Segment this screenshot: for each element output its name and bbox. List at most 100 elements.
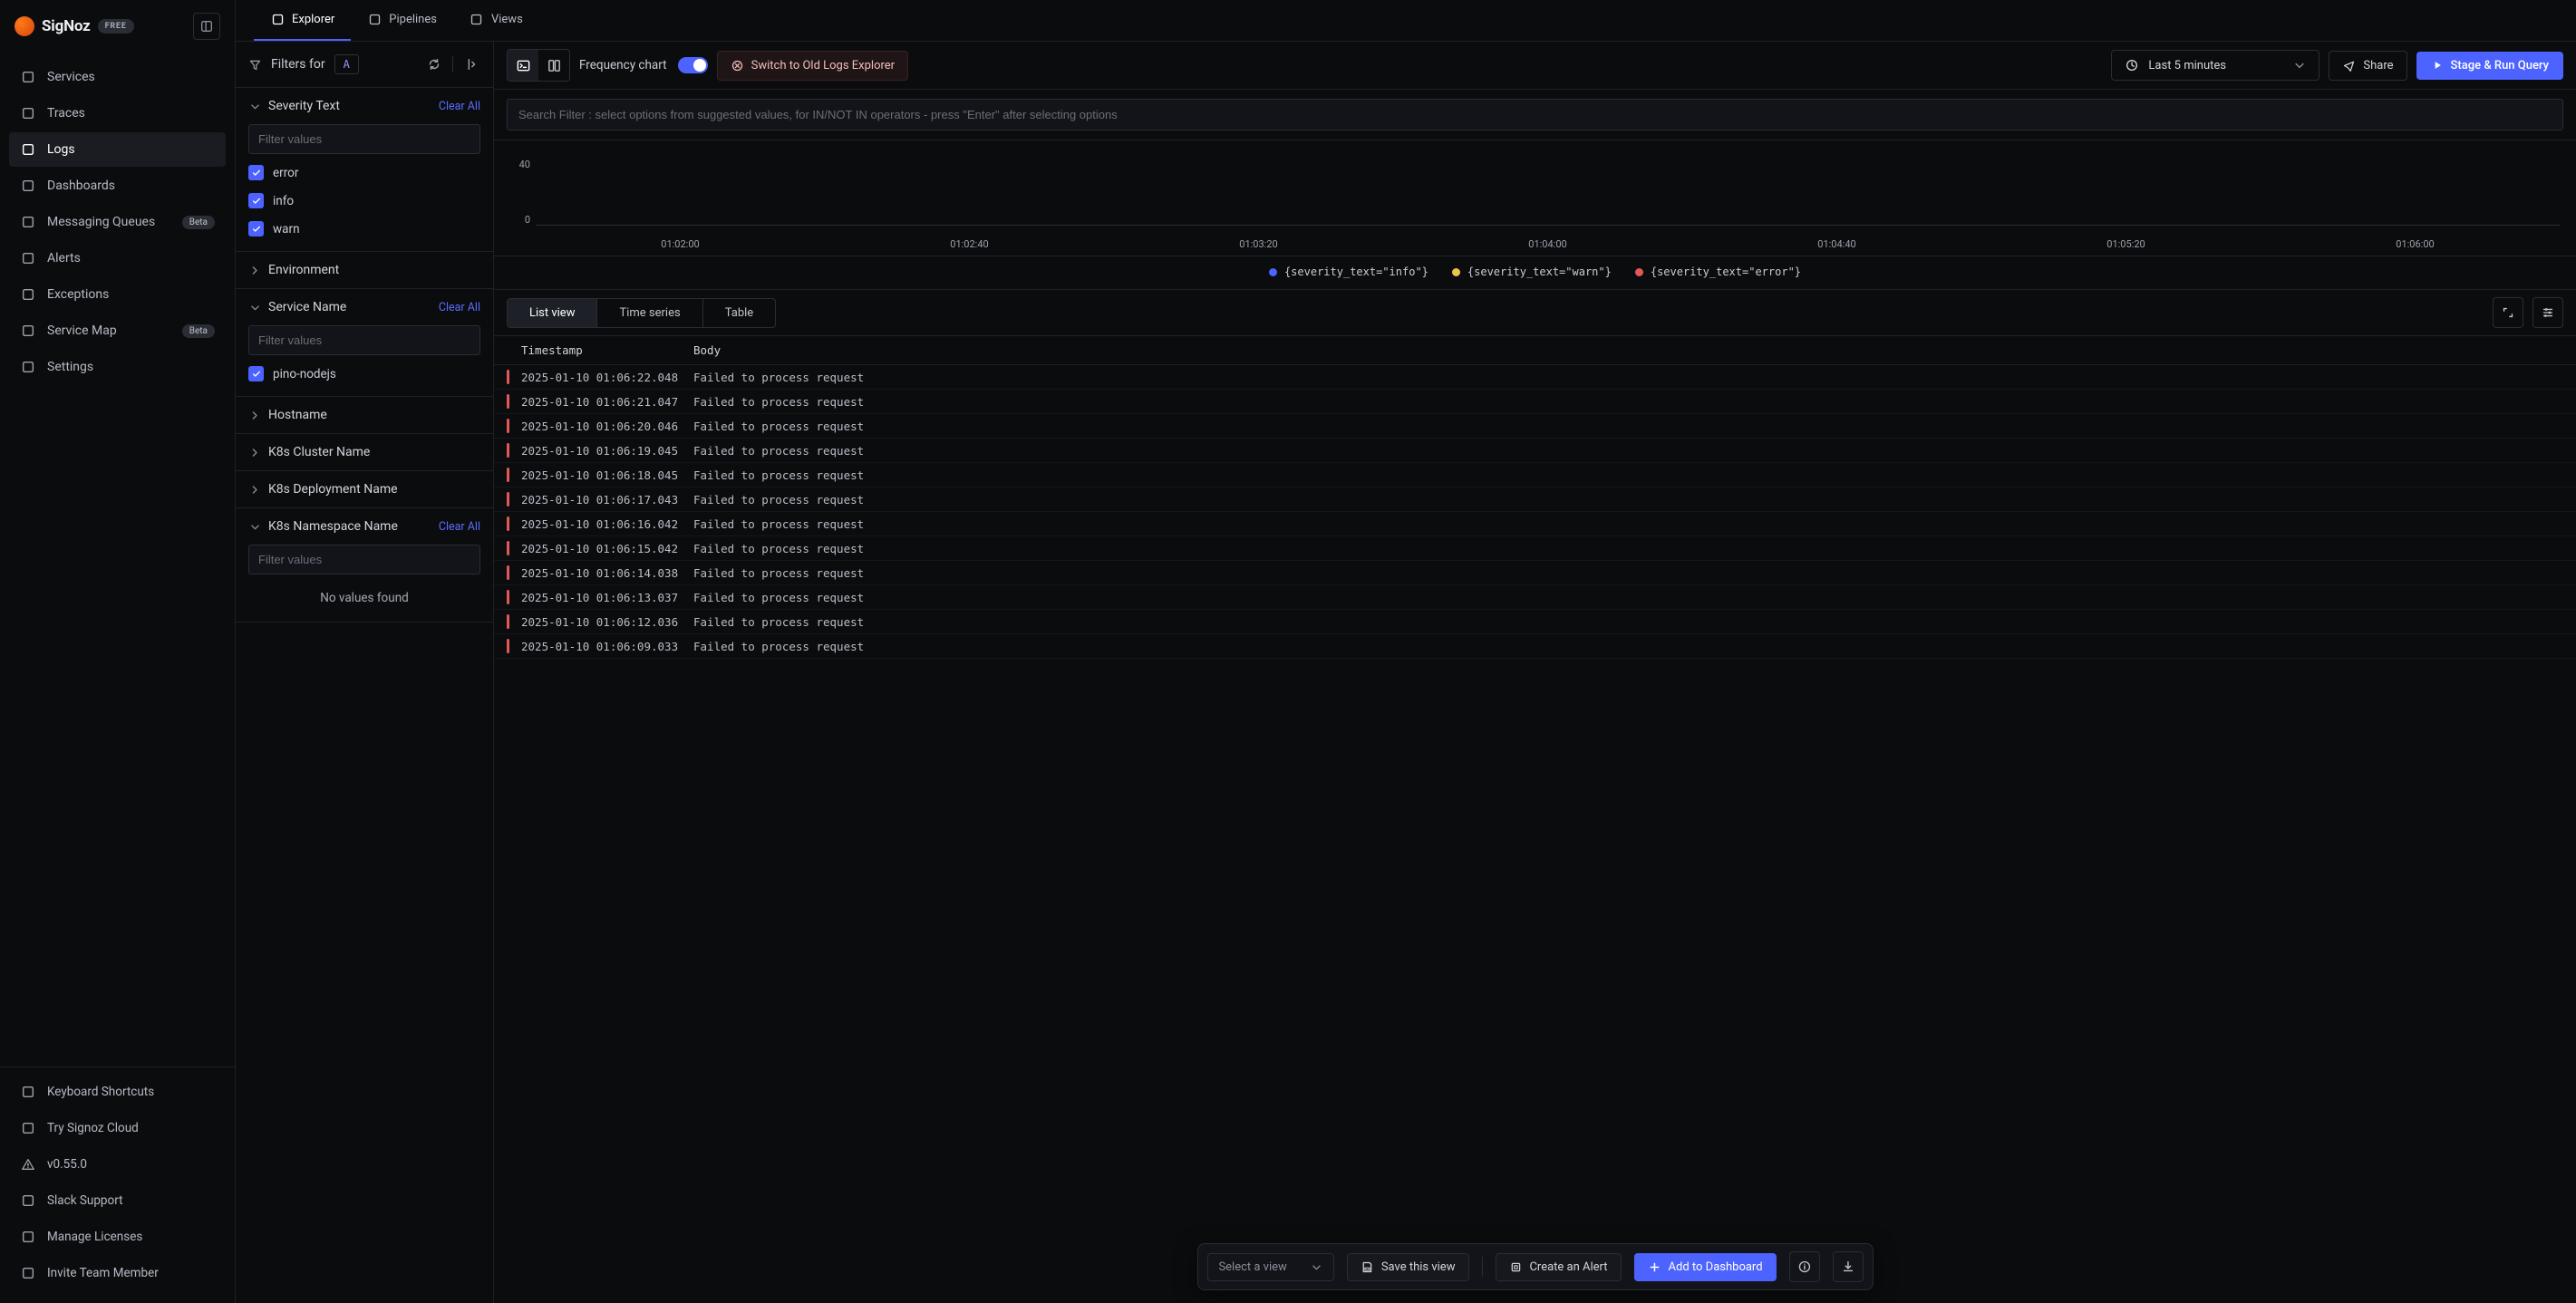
log-row[interactable]: 2025-01-10 01:06:20.046 Failed to proces… xyxy=(494,414,2576,439)
share-button[interactable]: Share xyxy=(2329,51,2407,81)
log-row[interactable]: 2025-01-10 01:06:17.043 Failed to proces… xyxy=(494,487,2576,512)
clear-all-link[interactable]: Clear All xyxy=(439,301,480,314)
view-tab-time-series[interactable]: Time series xyxy=(596,299,702,327)
sidebar-bottom-slack-support[interactable]: Slack Support xyxy=(9,1183,226,1218)
filter-values-input[interactable] xyxy=(248,545,480,574)
filter-section-header[interactable]: K8s Deployment Name xyxy=(236,471,493,507)
legend-item[interactable]: {severity_text="warn"} xyxy=(1452,265,1612,278)
log-row[interactable]: 2025-01-10 01:06:15.042 Failed to proces… xyxy=(494,536,2576,561)
sidebar-bottom-try-signoz-cloud[interactable]: Try Signoz Cloud xyxy=(9,1111,226,1145)
info-button[interactable] xyxy=(1789,1251,1820,1282)
x-tick: 01:02:40 xyxy=(825,238,1114,250)
log-body: Failed to process request xyxy=(693,420,2563,433)
chart-bar[interactable] xyxy=(536,157,825,226)
filter-section-header[interactable]: Hostname xyxy=(236,397,493,433)
log-row[interactable]: 2025-01-10 01:06:12.036 Failed to proces… xyxy=(494,610,2576,634)
clear-all-link[interactable]: Clear All xyxy=(439,520,480,534)
log-row[interactable]: 2025-01-10 01:06:14.038 Failed to proces… xyxy=(494,561,2576,585)
funnel-icon xyxy=(248,58,262,72)
save-view-button[interactable]: Save this view xyxy=(1347,1253,1469,1281)
filter-section-header[interactable]: K8s Cluster Name xyxy=(236,434,493,470)
tab-label: Views xyxy=(491,13,523,26)
switch-old-logs-button[interactable]: Switch to Old Logs Explorer xyxy=(717,51,908,81)
sidebar-item-label: Traces xyxy=(47,106,85,121)
filter-option[interactable]: info xyxy=(248,191,480,210)
legend-item[interactable]: {severity_text="error"} xyxy=(1635,265,1801,278)
chart-bar[interactable] xyxy=(1114,157,1403,226)
filter-values-input[interactable] xyxy=(248,124,480,154)
legend-item[interactable]: {severity_text="info"} xyxy=(1269,265,1428,278)
check-icon xyxy=(251,168,262,179)
download-button[interactable] xyxy=(1833,1251,1864,1282)
log-body: Failed to process request xyxy=(693,542,2563,555)
log-list[interactable]: Timestamp Body 2025-01-10 01:06:22.048 F… xyxy=(494,336,2576,1303)
slack-icon xyxy=(21,1193,35,1208)
sidebar-item-exceptions[interactable]: Exceptions xyxy=(9,277,226,312)
log-row[interactable]: 2025-01-10 01:06:09.033 Failed to proces… xyxy=(494,634,2576,659)
tab-views[interactable]: Views xyxy=(453,0,539,41)
log-body: Failed to process request xyxy=(693,493,2563,507)
create-alert-button[interactable]: Create an Alert xyxy=(1495,1253,1621,1281)
filter-section-header[interactable]: Severity TextClear All xyxy=(236,88,493,124)
query-mode-terminal[interactable] xyxy=(508,50,538,81)
grid-icon xyxy=(20,178,36,194)
view-tab-label: List view xyxy=(529,306,575,320)
frequency-chart-switch[interactable] xyxy=(678,57,708,73)
view-tab-table[interactable]: Table xyxy=(702,299,775,327)
run-query-button[interactable]: Stage & Run Query xyxy=(2416,52,2563,80)
expand-button[interactable] xyxy=(2493,297,2523,328)
format-options-button[interactable] xyxy=(2532,297,2563,328)
chart-bar[interactable] xyxy=(2271,157,2560,226)
sidebar-bottom-keyboard-shortcuts[interactable]: Keyboard Shortcuts xyxy=(9,1075,226,1109)
view-tab-list-view[interactable]: List view xyxy=(508,299,596,327)
filter-section-header[interactable]: Service NameClear All xyxy=(236,289,493,325)
filter-section-header[interactable]: K8s Namespace NameClear All xyxy=(236,508,493,545)
log-row[interactable]: 2025-01-10 01:06:22.048 Failed to proces… xyxy=(494,365,2576,390)
filters-collapse-button[interactable] xyxy=(462,55,480,73)
filter-option[interactable]: error xyxy=(248,163,480,182)
sidebar-bottom-v0-55-0[interactable]: v0.55.0 xyxy=(9,1147,226,1182)
log-row[interactable]: 2025-01-10 01:06:21.047 Failed to proces… xyxy=(494,390,2576,414)
view-select-dropdown[interactable]: Select a view xyxy=(1206,1253,1333,1281)
tab-explorer[interactable]: Explorer xyxy=(254,0,351,41)
time-range-dropdown[interactable]: Last 5 minutes xyxy=(2111,50,2319,81)
log-row[interactable]: 2025-01-10 01:06:13.037 Failed to proces… xyxy=(494,585,2576,610)
sidebar-item-alerts[interactable]: Alerts xyxy=(9,241,226,275)
sidebar-item-logs[interactable]: Logs xyxy=(9,132,226,167)
filter-values-input[interactable] xyxy=(248,325,480,355)
sidebar-toggle-button[interactable] xyxy=(193,13,220,40)
filter-section-header[interactable]: Environment xyxy=(236,252,493,288)
sidebar-item-service-map[interactable]: Service MapBeta xyxy=(9,314,226,348)
filter-option[interactable]: pino-nodejs xyxy=(248,364,480,383)
sidebar-bottom-invite-team-member[interactable]: Invite Team Member xyxy=(9,1256,226,1290)
view-tab-label: Table xyxy=(725,306,753,320)
bug-icon xyxy=(21,287,35,302)
log-row[interactable]: 2025-01-10 01:06:16.042 Failed to proces… xyxy=(494,512,2576,536)
filters-refresh-button[interactable] xyxy=(425,55,443,73)
filter-option[interactable]: warn xyxy=(248,219,480,238)
chart-bar[interactable] xyxy=(1981,157,2271,226)
sidebar-item-settings[interactable]: Settings xyxy=(9,350,226,384)
log-row[interactable]: 2025-01-10 01:06:18.045 Failed to proces… xyxy=(494,463,2576,487)
sidebar-item-services[interactable]: Services xyxy=(9,60,226,94)
search-input[interactable] xyxy=(507,99,2563,130)
sidebar-bottom-manage-licenses[interactable]: Manage Licenses xyxy=(9,1220,226,1254)
x-tick: 01:02:00 xyxy=(536,238,825,250)
sidebar-item-label: v0.55.0 xyxy=(47,1157,87,1172)
sidebar-item-dashboards[interactable]: Dashboards xyxy=(9,169,226,203)
add-to-dashboard-button[interactable]: Add to Dashboard xyxy=(1634,1253,1777,1281)
sidebar-item-messaging-queues[interactable]: Messaging QueuesBeta xyxy=(9,205,226,239)
filters-query-chip[interactable]: A xyxy=(334,54,359,74)
log-row[interactable]: 2025-01-10 01:06:19.045 Failed to proces… xyxy=(494,439,2576,463)
tab-pipelines[interactable]: Pipelines xyxy=(351,0,453,41)
grid-icon xyxy=(21,179,35,193)
icon xyxy=(249,410,261,421)
chart-legend: {severity_text="info"} {severity_text="wa… xyxy=(494,256,2576,290)
filter-section-k8s-cluster-name: K8s Cluster Name xyxy=(236,434,493,471)
sidebar-item-traces[interactable]: Traces xyxy=(9,96,226,130)
query-mode-builder[interactable] xyxy=(538,50,569,81)
chart-bar[interactable] xyxy=(1692,157,1981,226)
clear-all-link[interactable]: Clear All xyxy=(439,100,480,113)
chart-bar[interactable] xyxy=(1403,157,1692,226)
chart-bar[interactable] xyxy=(825,157,1114,226)
